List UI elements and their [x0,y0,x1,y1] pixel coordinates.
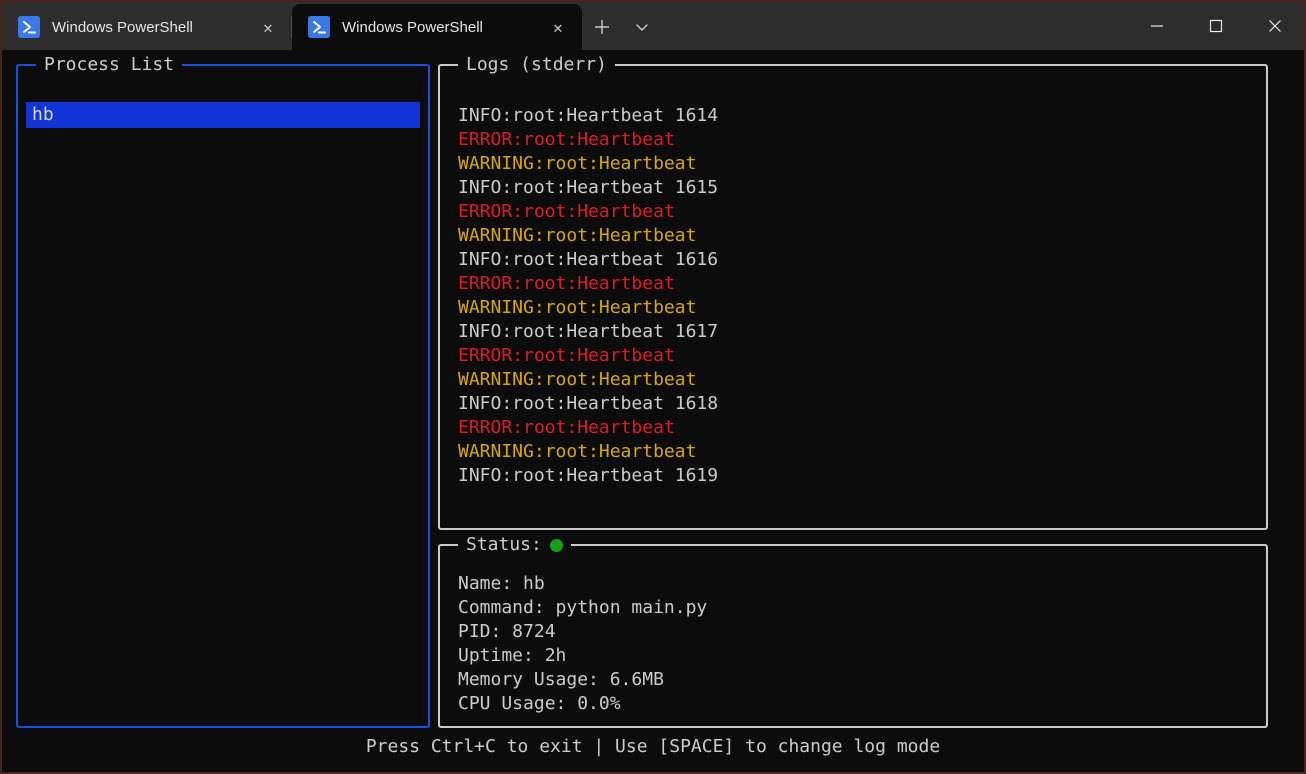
status-detail-list: Name: hb Command: python main.py PID: 8724… [440,546,1266,716]
footer-hint: Press Ctrl+C to exit | Use [SPACE] to ch… [365,736,941,757]
process-list-panel: Process List hb [16,53,430,728]
process-list-item-label: hb [32,104,54,125]
status-detail-line: Uptime: 2h [458,645,567,666]
log-line: INFO:root:Heartbeat 1615 [458,177,719,198]
status-title: Status: [458,533,571,557]
new-tab-button[interactable] [582,4,622,50]
title-bar: Windows PowerShell ✕ Windows PowerShell … [2,2,1304,50]
tab-strip: Windows PowerShell ✕ Windows PowerShell … [2,2,662,50]
maximize-icon [1209,19,1222,33]
process-list-item-hb[interactable]: hb [26,102,420,128]
log-line: ERROR:root:Heartbeat [458,273,675,294]
status-title-label: Status: [466,534,542,555]
log-line: WARNING:root:Heartbeat [458,369,697,390]
tab-close-icon[interactable]: ✕ [254,13,282,41]
log-line: ERROR:root:Heartbeat [458,345,675,366]
log-line: INFO:root:Heartbeat 1619 [458,465,719,486]
powershell-icon [308,16,330,38]
logs-panel: Logs (stderr) INFO:root:Heartbeat 1614 ER… [438,53,1268,530]
logs-title: Logs (stderr) [458,53,615,77]
log-line: ERROR:root:Heartbeat [458,129,675,150]
log-line: ERROR:root:Heartbeat [458,417,675,438]
maximize-button[interactable] [1186,2,1245,50]
log-line: INFO:root:Heartbeat 1617 [458,321,719,342]
tab-title: Windows PowerShell [342,18,483,36]
status-detail-line: Command: python main.py [458,597,708,618]
tab-powershell-1[interactable]: Windows PowerShell ✕ [2,4,292,50]
tab-powershell-2[interactable]: Windows PowerShell ✕ [292,4,582,50]
tab-dropdown-button[interactable] [622,4,662,50]
log-line: WARNING:root:Heartbeat [458,297,697,318]
log-line: WARNING:root:Heartbeat [458,441,697,462]
status-panel: Status: Name: hb Command: python main.py P… [438,533,1268,728]
log-line: WARNING:root:Heartbeat [458,153,697,174]
close-button[interactable] [1245,2,1304,50]
status-detail-line: Name: hb [458,573,545,594]
process-list-title: Process List [36,53,183,77]
status-detail-line: PID: 8724 [458,621,556,642]
minimize-button[interactable] [1127,2,1186,50]
logs-title-label: Logs (stderr) [466,54,607,75]
status-detail-line: CPU Usage: 0.0% [458,693,621,714]
process-list-title-label: Process List [44,54,175,75]
log-line: ERROR:root:Heartbeat [458,201,675,222]
terminal-content: Process List hb Logs (stderr) INFO:root:… [2,50,1304,772]
tab-title: Windows PowerShell [52,18,193,36]
log-line: INFO:root:Heartbeat 1616 [458,249,719,270]
powershell-icon [18,16,40,38]
chevron-down-icon [636,24,648,31]
window-controls [1127,2,1304,50]
close-icon [1268,20,1281,32]
plus-icon [595,20,609,34]
status-detail-line: Memory Usage: 6.6MB [458,669,664,690]
log-line-list[interactable]: INFO:root:Heartbeat 1614 ERROR:root:Heart… [440,66,1266,488]
minimize-icon [1150,25,1163,27]
log-line: INFO:root:Heartbeat 1618 [458,393,719,414]
log-line: INFO:root:Heartbeat 1614 [458,105,719,126]
tab-close-icon[interactable]: ✕ [544,13,572,41]
terminal-window: Windows PowerShell ✕ Windows PowerShell … [0,0,1306,774]
log-line: WARNING:root:Heartbeat [458,225,697,246]
running-dot-icon [549,538,563,552]
